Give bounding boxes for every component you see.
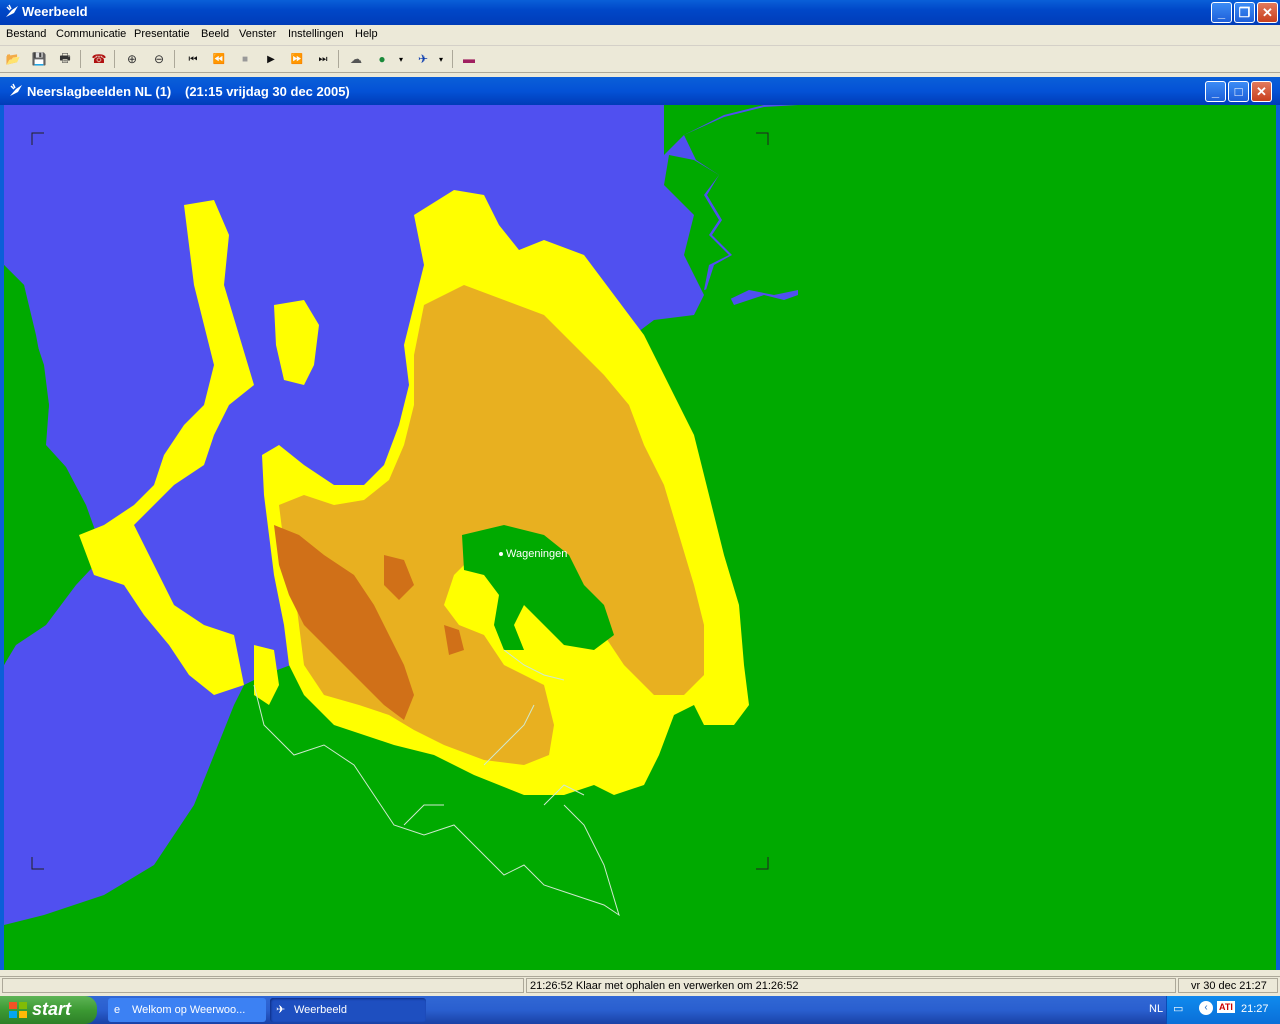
weerbeeld-task-icon: ✈ [276,1004,286,1016]
globe-dropdown-icon[interactable]: ▾ [392,50,410,68]
tray-clock[interactable]: 21:27 [1241,1003,1269,1015]
child-titlebar[interactable]: Neerslagbeelden NL (1) (21:15 vrijdag 30… [0,77,1280,105]
child-window-timestamp: (21:15 vrijdag 30 dec 2005) [185,84,350,99]
toolbar-separator [452,50,453,68]
child-maximize-button[interactable]: □ [1228,81,1249,102]
menu-presentatie[interactable]: Presentatie [134,28,190,40]
taskbar: start e Welkom op Weerwoo... ✈ Weerbeeld… [0,996,1280,1024]
open-icon[interactable]: 📂 [4,50,22,68]
child-minimize-button[interactable]: _ [1205,81,1226,102]
task-label: Weerbeeld [294,1004,347,1016]
toolbar-separator [114,50,115,68]
toolbar-separator [80,50,81,68]
app-minimize-button[interactable]: _ [1211,2,1232,23]
radar-map-canvas [4,105,1276,970]
fast-forward-icon[interactable]: ⏩ [288,50,306,68]
menu-bar: Bestand Communicatie Presentatie Beeld V… [0,25,1280,46]
child-window-icon [10,83,22,96]
zoom-in-icon[interactable]: ⊕ [123,50,141,68]
status-cell-empty [2,978,524,993]
menu-bestand[interactable]: Bestand [6,28,46,40]
language-indicator[interactable]: NL [1149,1003,1163,1015]
menu-venster[interactable]: Venster [239,28,276,40]
stop-icon[interactable]: ■ [236,50,254,68]
print-icon[interactable]: 🖶 [56,50,74,68]
radar-map[interactable]: Wageningen [4,105,1276,970]
menu-communicatie[interactable]: Communicatie [56,28,126,40]
child-close-button[interactable]: ✕ [1251,81,1272,102]
satellite-dropdown-icon[interactable]: ▾ [432,50,450,68]
windows-logo-icon [9,1002,27,1018]
app-title: Weerbeeld [22,4,88,19]
radar-child-window: Neerslagbeelden NL (1) (21:15 vrijdag 30… [0,77,1280,970]
task-label: Welkom op Weerwoo... [132,1004,246,1016]
start-button[interactable]: start [0,996,97,1024]
status-bar: 21:26:52 Klaar met ophalen en verwerken … [0,976,1280,995]
task-button-weerbeeld[interactable]: ✈ Weerbeeld [270,998,426,1022]
status-datetime: vr 30 dec 21:27 [1178,978,1278,993]
network-icon[interactable]: ‹ [1199,1001,1213,1015]
phone-icon[interactable]: ☎ [90,50,108,68]
save-icon[interactable]: 💾 [30,50,48,68]
ati-icon[interactable]: ATI [1217,1001,1235,1013]
menu-help[interactable]: Help [355,28,378,40]
menu-instellingen[interactable]: Instellingen [288,28,344,40]
ie-icon: e [114,1004,121,1016]
play-icon[interactable]: ▶ [262,50,280,68]
zoom-out-icon[interactable]: ⊖ [150,50,168,68]
globe-icon[interactable]: ● [373,50,391,68]
city-marker [499,552,503,556]
start-label: start [32,999,72,1019]
keyboard-icon[interactable]: ▭ [1173,1002,1183,1015]
menu-beeld[interactable]: Beeld [201,28,229,40]
rewind-icon[interactable]: ⏪ [210,50,228,68]
book-icon[interactable]: ▬ [460,50,478,68]
satellite-icon[interactable]: ✈ [414,50,432,68]
task-button-welkom[interactable]: e Welkom op Weerwoo... [108,998,266,1022]
system-tray: NL ▭ ‹ ATI 21:27 [1149,996,1280,1024]
app-restore-button[interactable]: ❐ [1234,2,1255,23]
city-label: Wageningen [506,548,568,560]
toolbar-separator [174,50,175,68]
app-icon [6,4,18,17]
app-close-button[interactable]: ✕ [1257,2,1278,23]
weather-icon[interactable]: ☁ [347,50,365,68]
toolbar-separator [338,50,339,68]
toolbar: 📂 💾 🖶 ☎ ⊕ ⊖ ⏮ ⏪ ■ ▶ ⏩ ⏭ ☁ ● ▾ ✈ ▾ ▬ [0,46,1280,73]
first-frame-icon[interactable]: ⏮ [184,50,202,68]
app-titlebar[interactable]: Weerbeeld _ ❐ ✕ [0,0,1280,25]
child-window-title: Neerslagbeelden NL (1) [27,84,172,99]
status-message: 21:26:52 Klaar met ophalen en verwerken … [526,978,1176,993]
last-frame-icon[interactable]: ⏭ [314,50,332,68]
